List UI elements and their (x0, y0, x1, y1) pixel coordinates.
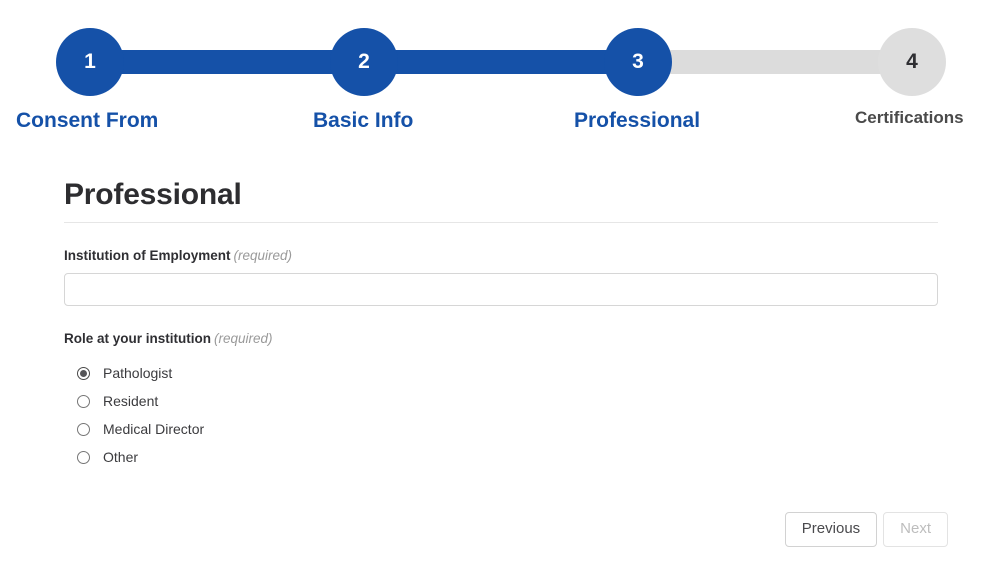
role-field-label: Role at your institution (required) (64, 331, 938, 346)
institution-field-label: Institution of Employment (required) (64, 248, 938, 263)
radio-label-medical-director: Medical Director (103, 421, 205, 437)
stepper-node-1[interactable]: 1 (56, 28, 124, 96)
radio-icon-medical-director[interactable] (77, 422, 90, 436)
institution-label-text: Institution of Employment (64, 248, 231, 263)
role-required-note: (required) (214, 331, 273, 346)
radio-label-pathologist: Pathologist (103, 365, 173, 381)
stepper-node-4[interactable]: 4 (878, 28, 946, 96)
stepper-node-3[interactable]: 3 (604, 28, 672, 96)
radio-icon-resident[interactable] (77, 394, 90, 408)
radio-option-other[interactable]: Other (64, 443, 938, 471)
stepper-connector-2-3 (364, 50, 638, 74)
stepper-node-3-number: 3 (632, 50, 644, 73)
institution-required-note: (required) (233, 248, 293, 263)
stepper-node-1-number: 1 (84, 50, 96, 73)
radio-option-pathologist[interactable]: Pathologist (64, 359, 938, 387)
next-button[interactable]: Next (883, 512, 948, 547)
stepper-connector-1-2 (90, 50, 364, 74)
radio-option-resident[interactable]: Resident (64, 387, 938, 415)
stepper-node-2-number: 2 (358, 50, 370, 73)
stepper-label-basic-info[interactable]: Basic Info (313, 109, 413, 133)
page-title: Professional (64, 178, 242, 211)
radio-label-other: Other (103, 449, 139, 465)
stepper-connector-3-4 (638, 50, 912, 74)
radio-option-medical-director[interactable]: Medical Director (64, 415, 938, 443)
stepper-label-certifications[interactable]: Certifications (855, 108, 964, 128)
form-navigation: Previous Next (0, 512, 995, 547)
radio-icon-pathologist[interactable] (77, 366, 90, 380)
role-label-text: Role at your institution (64, 331, 211, 346)
professional-form: Professional Institution of Employment (r… (64, 178, 938, 471)
previous-button[interactable]: Previous (784, 512, 878, 547)
stepper-label-professional[interactable]: Professional (574, 109, 700, 133)
stepper-track (90, 50, 912, 74)
stepper-node-4-number: 4 (906, 50, 918, 73)
radio-icon-other[interactable] (77, 450, 90, 464)
title-divider (64, 222, 938, 223)
progress-stepper: 1 2 3 4 Consent From Basic Info Professi… (0, 0, 995, 145)
role-radio-group: Pathologist Resident Medical Director Ot… (64, 359, 938, 471)
stepper-label-consent-from[interactable]: Consent From (16, 109, 158, 133)
stepper-node-2[interactable]: 2 (330, 28, 398, 96)
radio-label-resident: Resident (103, 393, 159, 409)
institution-input[interactable] (64, 273, 938, 306)
